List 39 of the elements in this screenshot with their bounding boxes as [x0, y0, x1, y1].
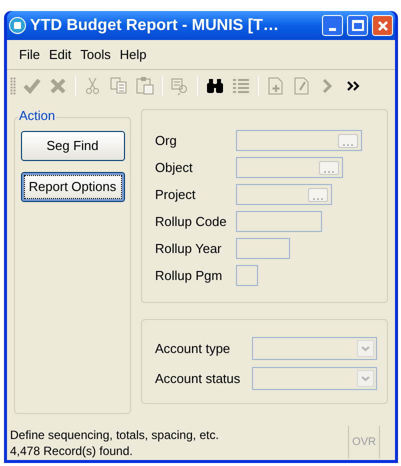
- input-field[interactable]: [236, 130, 362, 151]
- field-label: Rollup Code: [155, 212, 228, 231]
- field-label: Account type: [155, 340, 232, 358]
- status-text: Define sequencing, totals, spacing, etc.: [10, 427, 220, 443]
- input-field[interactable]: [236, 157, 343, 178]
- minimize-button[interactable]: [322, 15, 343, 36]
- field-label: Object: [155, 158, 194, 177]
- input-field[interactable]: [236, 238, 290, 259]
- field-label: Project: [155, 186, 196, 204]
- action-button[interactable]: Seg Find: [20, 131, 124, 161]
- lookup-button[interactable]: [338, 134, 358, 148]
- ellipsis-icon: [323, 170, 335, 174]
- field-label: Rollup Year: [155, 240, 222, 258]
- window-title: YTD Budget Report - MUNIS [T…: [30, 16, 280, 36]
- toolbar-grip[interactable]: [10, 77, 16, 95]
- binoculars-icon[interactable]: [205, 76, 225, 96]
- field-label: Account status: [155, 370, 242, 388]
- ellipsis-icon: [312, 196, 324, 200]
- close-button[interactable]: [372, 15, 393, 36]
- dropdown-field[interactable]: [252, 367, 377, 390]
- dropdown-field[interactable]: [252, 337, 377, 360]
- menu-item[interactable]: Tools: [80, 44, 111, 64]
- menu-item[interactable]: Edit: [48, 44, 72, 64]
- input-field[interactable]: [236, 211, 322, 232]
- menu-item[interactable]: File: [19, 44, 40, 64]
- close-icon: [376, 20, 388, 32]
- action-button[interactable]: Report Options: [20, 172, 124, 202]
- mode-indicator: OVR: [348, 426, 380, 458]
- app-icon: [9, 17, 26, 34]
- ellipsis-icon: [342, 142, 354, 146]
- field-label: Rollup Pgm: [155, 266, 224, 285]
- maximize-button[interactable]: [347, 15, 368, 36]
- status-text: 4,478 Record(s) found.: [10, 443, 134, 459]
- lookup-button[interactable]: [308, 188, 328, 202]
- field-label: Org: [155, 132, 178, 150]
- lookup-button[interactable]: [319, 160, 339, 174]
- input-field[interactable]: [236, 184, 332, 205]
- menu-item[interactable]: Help: [120, 44, 146, 64]
- input-field[interactable]: [236, 265, 258, 286]
